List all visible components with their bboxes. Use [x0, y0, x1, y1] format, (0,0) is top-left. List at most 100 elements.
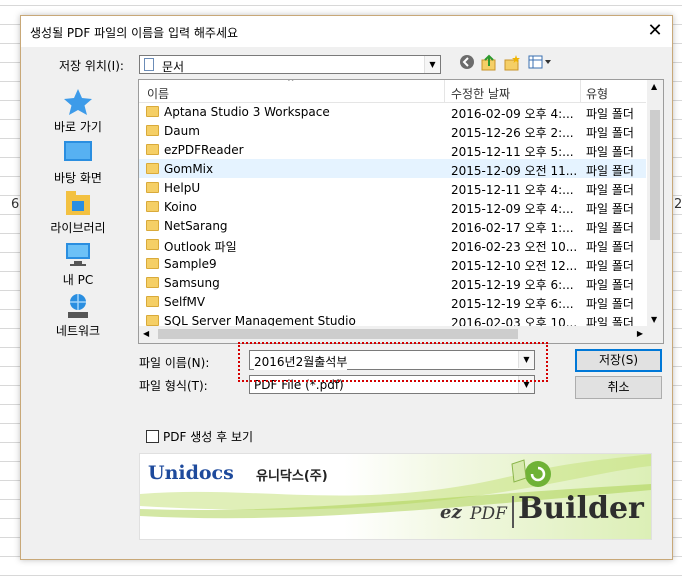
- file-name: NetSarang: [164, 219, 228, 233]
- file-row[interactable]: SelfMV 2015-12-19 오후 6:... 파일 폴더: [139, 292, 646, 311]
- unidocs-logo: Unidocs: [148, 462, 234, 484]
- location-label: 저장 위치(I):: [59, 59, 124, 73]
- chevron-down-icon[interactable]: ▼: [424, 56, 440, 73]
- folder-icon: [146, 277, 159, 288]
- folder-icon: [146, 258, 159, 269]
- column-header-type[interactable]: 유형: [586, 85, 608, 102]
- file-row[interactable]: NetSarang 2016-02-17 오후 1:... 파일 폴더: [139, 216, 646, 235]
- library-icon: [66, 191, 90, 215]
- file-date: 2016-02-09 오후 4:...: [451, 107, 574, 121]
- file-type: 파일 폴더: [586, 202, 634, 216]
- file-date: 2015-12-09 오전 11...: [451, 164, 578, 178]
- computer-icon: [66, 243, 90, 266]
- sort-up-icon: ^: [287, 79, 295, 88]
- file-row[interactable]: Sample9 2015-12-10 오전 12... 파일 폴더: [139, 254, 646, 273]
- vertical-scrollbar[interactable]: ▲ ▼: [647, 80, 663, 326]
- scroll-down-icon[interactable]: ▼: [651, 315, 657, 324]
- column-divider[interactable]: [444, 80, 445, 102]
- place-label: 바로 가기: [54, 120, 102, 134]
- place-label: 라이브러리: [50, 221, 106, 235]
- brand-builder: Builder: [518, 491, 644, 526]
- file-name: Aptana Studio 3 Workspace: [164, 105, 330, 119]
- file-name: Samsung: [164, 276, 220, 290]
- place-this-pc[interactable]: 내 PC: [43, 241, 113, 288]
- file-row[interactable]: Outlook 파일 2016-02-23 오전 10... 파일 폴더: [139, 235, 646, 254]
- filename-highlight: [238, 342, 548, 382]
- documents-icon: [144, 58, 154, 71]
- view-after-create-label[interactable]: PDF 생성 후 보기: [163, 428, 253, 445]
- view-after-create-checkbox[interactable]: [146, 430, 159, 443]
- file-date: 2016-02-17 오후 1:...: [451, 221, 574, 235]
- scroll-up-icon[interactable]: ▲: [651, 82, 657, 91]
- filename-label: 파일 이름(N):: [139, 356, 210, 370]
- file-type: 파일 폴더: [586, 297, 634, 311]
- dialog-title: 생성될 PDF 파일의 이름을 입력 해주세요: [30, 26, 239, 40]
- brand-pdf: PDF: [470, 504, 507, 524]
- location-value: 문서: [162, 60, 185, 74]
- file-row[interactable]: ezPDFReader 2015-12-11 오후 5:... 파일 폴더: [139, 140, 646, 159]
- file-type: 파일 폴더: [586, 164, 634, 178]
- filetype-label: 파일 형식(T):: [139, 379, 208, 393]
- close-button[interactable]: ✕: [644, 20, 666, 42]
- file-name: GomMix: [164, 162, 214, 176]
- product-banner: Unidocs 유니닥스(주) ez PDF Builder: [139, 453, 652, 540]
- file-row[interactable]: GomMix 2015-12-09 오전 11... 파일 폴더: [139, 159, 646, 178]
- place-quick-access[interactable]: 바로 가기: [43, 88, 113, 135]
- place-network[interactable]: 네트워크: [43, 292, 113, 339]
- folder-icon: [146, 315, 159, 326]
- horizontal-scrollbar[interactable]: ◀ ▶: [139, 326, 663, 343]
- background-mark-right: 2: [674, 197, 682, 212]
- file-date: 2015-12-19 오후 6:...: [451, 278, 574, 292]
- file-type: 파일 폴더: [586, 278, 634, 292]
- place-libraries[interactable]: 라이브러리: [43, 189, 113, 236]
- file-name: Daum: [164, 124, 200, 138]
- brand-ez: ez: [440, 502, 462, 523]
- view-menu-icon[interactable]: [527, 54, 553, 72]
- file-type: 파일 폴더: [586, 183, 634, 197]
- folder-icon: [146, 201, 159, 212]
- location-select[interactable]: 문서 ▼: [139, 55, 441, 74]
- file-type: 파일 폴더: [586, 259, 634, 273]
- new-folder-icon[interactable]: [503, 54, 521, 72]
- scroll-right-icon[interactable]: ▶: [637, 329, 643, 338]
- folder-icon: [146, 163, 159, 174]
- file-type: 파일 폴더: [586, 126, 634, 140]
- horizontal-scroll-thumb[interactable]: [158, 329, 518, 339]
- file-type: 파일 폴더: [586, 107, 634, 121]
- file-row[interactable]: Aptana Studio 3 Workspace 2016-02-09 오후 4…: [139, 102, 646, 121]
- vertical-scroll-thumb[interactable]: [650, 110, 660, 240]
- file-row[interactable]: Daum 2015-12-26 오후 2:... 파일 폴더: [139, 121, 646, 140]
- desktop-icon: [64, 141, 92, 161]
- file-date: 2015-12-19 오후 6:...: [451, 297, 574, 311]
- scroll-left-icon[interactable]: ◀: [143, 329, 149, 338]
- folder-icon: [146, 144, 159, 155]
- column-header-name[interactable]: 이름: [147, 85, 169, 102]
- network-icon: [68, 294, 88, 318]
- star-icon: [64, 89, 92, 115]
- file-name: Outlook 파일: [164, 240, 237, 254]
- file-row[interactable]: HelpU 2015-12-11 오후 4:... 파일 폴더: [139, 178, 646, 197]
- save-dialog: 생성될 PDF 파일의 이름을 입력 해주세요 ✕ 저장 위치(I): 문서 ▼…: [20, 15, 673, 560]
- folder-icon: [146, 125, 159, 136]
- folder-icon: [146, 296, 159, 307]
- cancel-button[interactable]: 취소: [575, 376, 662, 399]
- folder-icon: [146, 106, 159, 117]
- column-header-date[interactable]: 수정한 날짜: [451, 85, 510, 102]
- file-list[interactable]: 이름 ^ 수정한 날짜 유형 Aptana Studio 3 Workspace…: [138, 79, 664, 344]
- back-arrow-icon[interactable]: [458, 54, 476, 72]
- brand-divider: [512, 496, 514, 528]
- file-date: 2015-12-09 오후 4:...: [451, 202, 574, 216]
- file-date: 2016-02-23 오전 10...: [451, 240, 578, 254]
- file-row[interactable]: Samsung 2015-12-19 오후 6:... 파일 폴더: [139, 273, 646, 292]
- save-button[interactable]: 저장(S): [575, 349, 662, 372]
- file-type: 파일 폴더: [586, 145, 634, 159]
- background-mark-left: 6: [11, 197, 20, 212]
- folder-icon: [146, 182, 159, 193]
- up-folder-icon[interactable]: [480, 54, 498, 72]
- file-row[interactable]: Koino 2015-12-09 오후 4:... 파일 폴더: [139, 197, 646, 216]
- file-type: 파일 폴더: [586, 221, 634, 235]
- place-desktop[interactable]: 바탕 화면: [43, 139, 113, 186]
- column-divider[interactable]: [580, 80, 581, 102]
- column-header-row: 이름 ^ 수정한 날짜 유형: [139, 80, 646, 103]
- place-label: 내 PC: [62, 273, 94, 287]
